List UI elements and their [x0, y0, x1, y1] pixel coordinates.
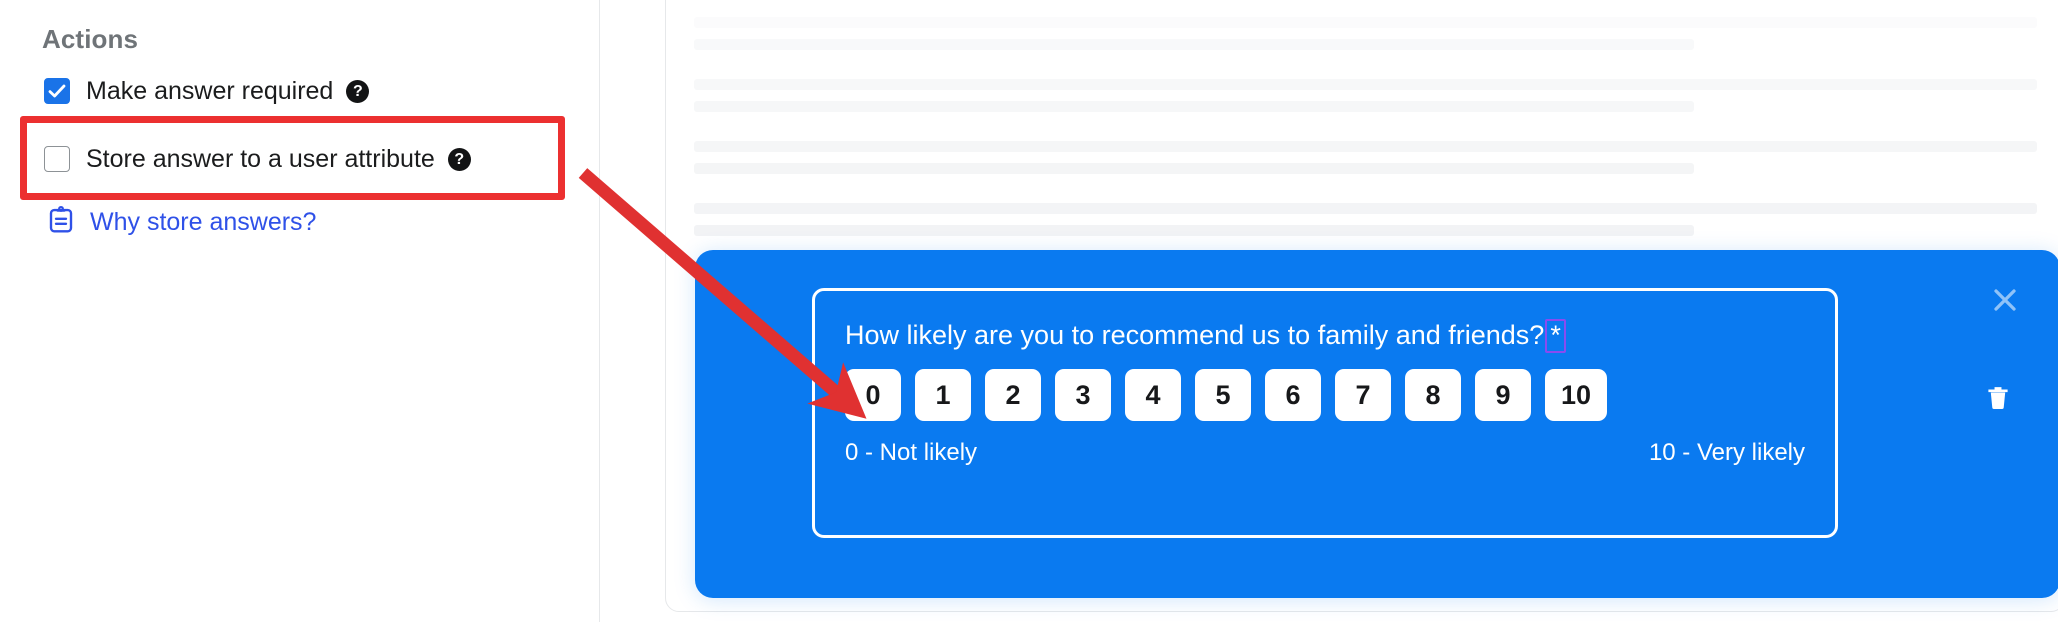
required-asterisk: *: [1545, 319, 1566, 353]
nps-score-button-row: 0 1 2 3 4 5 6 7 8 9 10: [845, 369, 1607, 421]
nps-score-button-7[interactable]: 7: [1335, 369, 1391, 421]
skeleton-bar: [694, 203, 2037, 214]
skeleton-bar: [694, 163, 1694, 174]
nps-survey-card[interactable]: How likely are you to recommend us to fa…: [695, 250, 2058, 598]
question-container: How likely are you to recommend us to fa…: [812, 288, 1838, 538]
skeleton-bar: [694, 225, 1694, 236]
skeleton-bar: [694, 39, 1694, 50]
nps-score-button-3[interactable]: 3: [1055, 369, 1111, 421]
checkbox-make-answer-required[interactable]: [44, 78, 70, 104]
option-row-store-answer[interactable]: Store answer to a user attribute ?: [44, 142, 471, 176]
why-store-answers-link[interactable]: Why store answers?: [46, 205, 316, 240]
nps-score-button-10[interactable]: 10: [1545, 369, 1607, 421]
skeleton-bar: [694, 79, 2037, 90]
skeleton-bar: [694, 17, 2037, 28]
close-icon[interactable]: [1983, 278, 2027, 322]
skeleton-bar: [694, 141, 2037, 152]
scale-label-high: 10 - Very likely: [1648, 439, 1805, 466]
help-circle-icon[interactable]: ?: [447, 147, 471, 171]
nps-score-button-6[interactable]: 6: [1265, 369, 1321, 421]
nps-score-button-4[interactable]: 4: [1125, 369, 1181, 421]
trash-icon[interactable]: [1976, 375, 2020, 419]
screenshot-root: Actions Make answer required ? Store ans…: [0, 0, 2058, 622]
checkbox-store-answer[interactable]: [44, 146, 70, 172]
question-title-text: How likely are you to recommend us to fa…: [845, 320, 1545, 350]
scale-label-low: 0 - Not likely: [845, 439, 978, 466]
nps-score-button-2[interactable]: 2: [985, 369, 1041, 421]
page-title: Actions: [42, 24, 139, 54]
clipboard-icon: [46, 205, 76, 240]
actions-sidebar: Actions Make answer required ? Store ans…: [0, 0, 600, 622]
nps-score-button-5[interactable]: 5: [1195, 369, 1251, 421]
nps-score-button-9[interactable]: 9: [1475, 369, 1531, 421]
why-store-answers-label: Why store answers?: [90, 208, 317, 236]
help-circle-icon[interactable]: ?: [346, 79, 370, 103]
option-row-make-answer-required[interactable]: Make answer required ?: [44, 74, 370, 108]
nps-score-button-8[interactable]: 8: [1405, 369, 1461, 421]
checkbox-label-store-answer: Store answer to a user attribute: [86, 144, 435, 173]
checkbox-label-make-answer-required: Make answer required: [86, 76, 334, 105]
nps-score-button-0[interactable]: 0: [845, 369, 901, 421]
question-title: How likely are you to recommend us to fa…: [845, 319, 1566, 353]
skeleton-bar: [694, 101, 1694, 112]
nps-score-button-1[interactable]: 1: [915, 369, 971, 421]
